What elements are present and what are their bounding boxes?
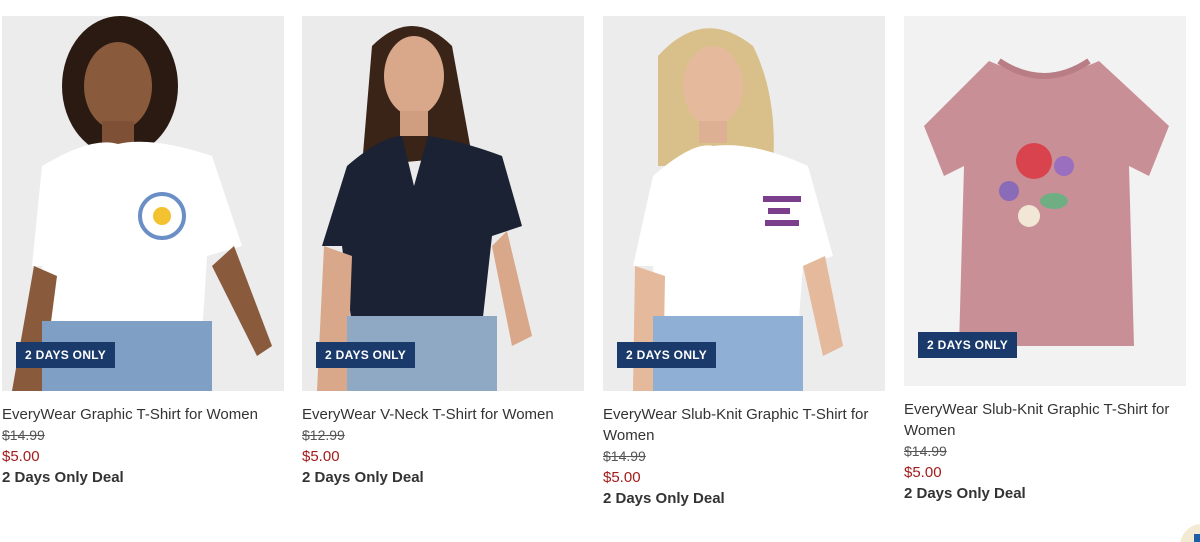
product-name[interactable]: EveryWear V-Neck T-Shirt for Women	[302, 404, 584, 425]
product-card[interactable]: 2 DAYS ONLY EveryWear Slub-Knit Graphic …	[603, 16, 885, 509]
product-photo-graphic-tee	[2, 16, 284, 391]
product-info: EveryWear V-Neck T-Shirt for Women $12.9…	[302, 391, 584, 488]
product-photo-slub-graphic-tee	[603, 16, 885, 391]
product-image[interactable]: 2 DAYS ONLY	[302, 16, 584, 391]
deal-label: 2 Days Only Deal	[302, 469, 424, 486]
deal-label: 2 Days Only Deal	[603, 490, 725, 507]
original-price: $14.99	[2, 427, 45, 443]
promo-badge: 2 DAYS ONLY	[617, 342, 717, 368]
product-image[interactable]: 2 DAYS ONLY	[603, 16, 885, 391]
deal-label: 2 Days Only Deal	[2, 469, 124, 486]
product-photo-vneck-tee	[302, 16, 584, 391]
product-name[interactable]: EveryWear Slub-Knit Graphic T-Shirt for …	[904, 399, 1186, 441]
sale-price: $5.00	[302, 448, 340, 465]
sale-price: $5.00	[2, 448, 40, 465]
product-name[interactable]: EveryWear Graphic T-Shirt for Women	[2, 404, 284, 425]
product-name[interactable]: EveryWear Slub-Knit Graphic T-Shirt for …	[603, 404, 885, 446]
product-info: EveryWear Slub-Knit Graphic T-Shirt for …	[603, 391, 885, 509]
product-photo-flat-tee	[904, 16, 1186, 386]
original-price: $12.99	[302, 427, 345, 443]
sale-price: $5.00	[603, 469, 641, 486]
product-card[interactable]: 2 DAYS ONLY EveryWear V-Neck T-Shirt for…	[302, 16, 584, 488]
deal-label: 2 Days Only Deal	[904, 485, 1026, 502]
product-grid: 2 DAYS ONLY EveryWear Graphic T-Shirt fo…	[0, 0, 1200, 542]
floating-widget-edge[interactable]	[1176, 520, 1200, 542]
product-card[interactable]: 2 DAYS ONLY EveryWear Graphic T-Shirt fo…	[2, 16, 284, 488]
product-info: EveryWear Slub-Knit Graphic T-Shirt for …	[904, 386, 1186, 504]
promo-badge: 2 DAYS ONLY	[918, 332, 1018, 358]
product-image[interactable]: 2 DAYS ONLY	[904, 16, 1186, 386]
product-card[interactable]: 2 DAYS ONLY EveryWear Slub-Knit Graphic …	[904, 16, 1186, 504]
product-info: EveryWear Graphic T-Shirt for Women $14.…	[2, 391, 284, 488]
sale-price: $5.00	[904, 464, 942, 481]
product-image[interactable]: 2 DAYS ONLY	[2, 16, 284, 391]
original-price: $14.99	[603, 448, 646, 464]
promo-badge: 2 DAYS ONLY	[316, 342, 416, 368]
original-price: $14.99	[904, 443, 947, 459]
promo-badge: 2 DAYS ONLY	[16, 342, 116, 368]
